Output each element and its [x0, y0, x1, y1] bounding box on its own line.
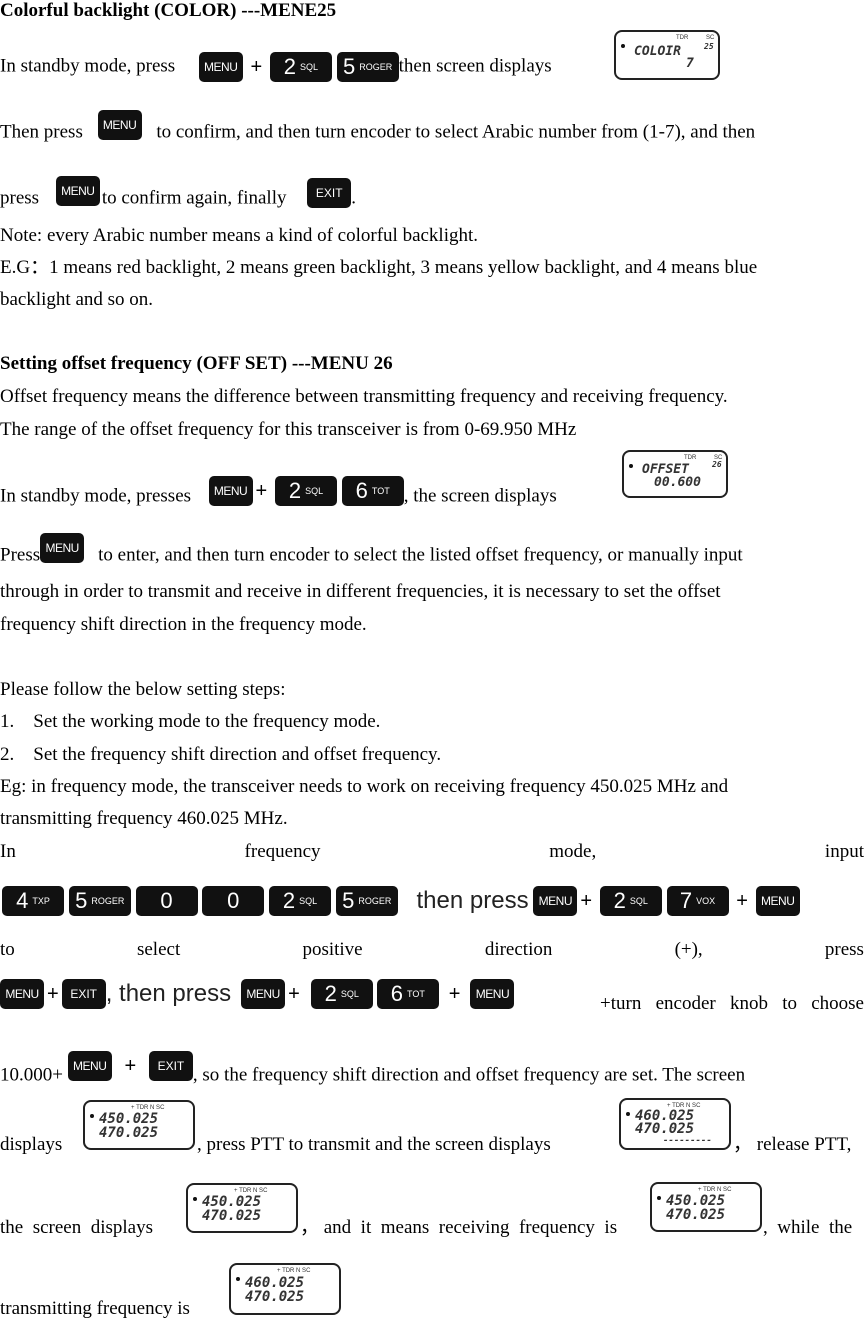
key-5-roger-icon: 5 ROGER — [335, 885, 398, 916]
color-line-2: Then press MENU to confirm, and then tur… — [0, 110, 755, 148]
color-line-3: press MENU to confirm again, finally EXIT… — [0, 176, 356, 214]
lcd-display-color: TDR SC COLOIR 25 7 — [614, 30, 720, 80]
menu-key-icon: MENU — [67, 1051, 112, 1081]
menu-key-icon: MENU — [97, 110, 142, 140]
select-positive-direction-line: to select positive direction (+), press — [0, 939, 864, 960]
key-2-sql-icon: 2 SQL — [274, 476, 337, 506]
offset-example-2: transmitting frequency 460.025 MHz. — [0, 808, 288, 829]
key-2-sql-icon: 2 SQL — [269, 885, 331, 916]
color-example-2: backlight and so on. — [0, 289, 154, 310]
in-frequency-mode-line: In frequency mode, input — [0, 841, 864, 862]
menu-key-icon: MENU — [470, 979, 515, 1009]
means-text: ， and it means receiving frequency is — [300, 1217, 618, 1238]
offset-para-3: through in order to transmit and receive… — [0, 581, 721, 602]
menu-key-icon: MENU — [755, 885, 800, 916]
the-screen-displays: the screen displays — [0, 1217, 154, 1238]
text: then screen displays — [398, 55, 552, 77]
offset-para-4: frequency shift direction in the frequen… — [0, 614, 367, 635]
menu-key-icon: MENU — [533, 885, 578, 916]
menu-key-icon: MENU — [40, 533, 85, 563]
step-1: 1. Set the working mode to the frequency… — [0, 711, 381, 732]
lcd-display-rx: + TDR N SC 450.025 470.025 — [83, 1100, 195, 1150]
key-7-vox-icon: 7 VOX — [666, 885, 729, 916]
color-line-1: In standby mode, press MENU + 2 SQL 5 ROGE… — [0, 52, 552, 82]
lcd-display-rx-3: + TDR N SC 450.025 470.025 — [650, 1182, 762, 1232]
section-heading-color: Colorful backlight (COLOR) ---MENE25 — [0, 0, 337, 21]
offset-standby-line: In standby mode, presses MENU + 2 SQL 6 TOT… — [0, 476, 557, 507]
transmitting-frequency-is: transmitting frequency is — [0, 1298, 190, 1319]
offset-press-line: Press MENU to enter, and then turn encoder… — [0, 533, 743, 571]
text: In standby mode, press — [0, 55, 176, 77]
ten-line: 10.000+ MENU + EXIT, so the frequency sh… — [0, 1051, 745, 1091]
exit-key-icon: EXIT — [148, 1051, 193, 1081]
key-sequence-input: 4 TXP 5 ROGER 0 0 2 SQL 5 ROGER then press M… — [2, 884, 800, 917]
key-2-sql-icon: 2 SQL — [599, 885, 662, 916]
displays-label: displays — [0, 1134, 63, 1155]
lcd-display-offset: TDR SC OFFSET 26 00.600 — [622, 450, 728, 498]
key-2-sql-icon: 2 SQL — [269, 52, 332, 82]
release-ptt-text: ， release PTT, — [733, 1134, 852, 1155]
key-5-roger-icon: 5 ROGER — [336, 52, 399, 82]
lcd-display-tx-2: + TDR N SC 460.025 470.025 — [229, 1263, 341, 1315]
exit-key-icon: EXIT — [61, 979, 106, 1009]
offset-para-2: The range of the offset frequency for th… — [0, 419, 577, 440]
color-example-1: E.G：1 means red backlight, 2 means green… — [0, 257, 758, 278]
plus-sign: + — [250, 56, 263, 78]
key-0-icon: 0 — [202, 885, 265, 916]
key-6-tot-icon: 6 TOT — [376, 979, 439, 1009]
lcd-display-rx-2: + TDR N SC 450.025 470.025 — [186, 1183, 298, 1233]
offset-para-1: Offset frequency means the difference be… — [0, 386, 728, 407]
lcd-display-tx: + TDR N SC 460.025 470.025 --------- — [619, 1098, 731, 1150]
key-sequence-offset: MENU + EXIT, then press MENU + 2 SQL 6 TOT + … — [0, 978, 864, 1014]
offset-example-1: Eg: in frequency mode, the transceiver n… — [0, 776, 729, 797]
menu-key-icon: MENU — [198, 52, 243, 82]
key-6-tot-icon: 6 TOT — [341, 476, 404, 506]
color-note: Note: every Arabic number means a kind o… — [0, 225, 479, 246]
while-the-text: , while the — [763, 1217, 853, 1238]
ptt-text: , press PTT to transmit and the screen d… — [197, 1134, 551, 1155]
key-5-roger-icon: 5 ROGER — [68, 885, 131, 916]
key-0-icon: 0 — [135, 885, 198, 916]
key-2-sql-icon: 2 SQL — [310, 979, 373, 1009]
menu-key-icon: MENU — [241, 979, 286, 1009]
menu-key-icon: MENU — [0, 979, 44, 1009]
steps-intro: Please follow the below setting steps: — [0, 679, 286, 700]
exit-key-icon: EXIT — [307, 178, 352, 208]
key-4-txp-icon: 4 TXP — [2, 885, 64, 916]
step-2: 2. Set the frequency shift direction and… — [0, 744, 442, 765]
menu-key-icon: MENU — [208, 476, 253, 506]
menu-key-icon: MENU — [55, 176, 100, 206]
section-heading-offset: Setting offset frequency (OFF SET) ---ME… — [0, 353, 393, 374]
